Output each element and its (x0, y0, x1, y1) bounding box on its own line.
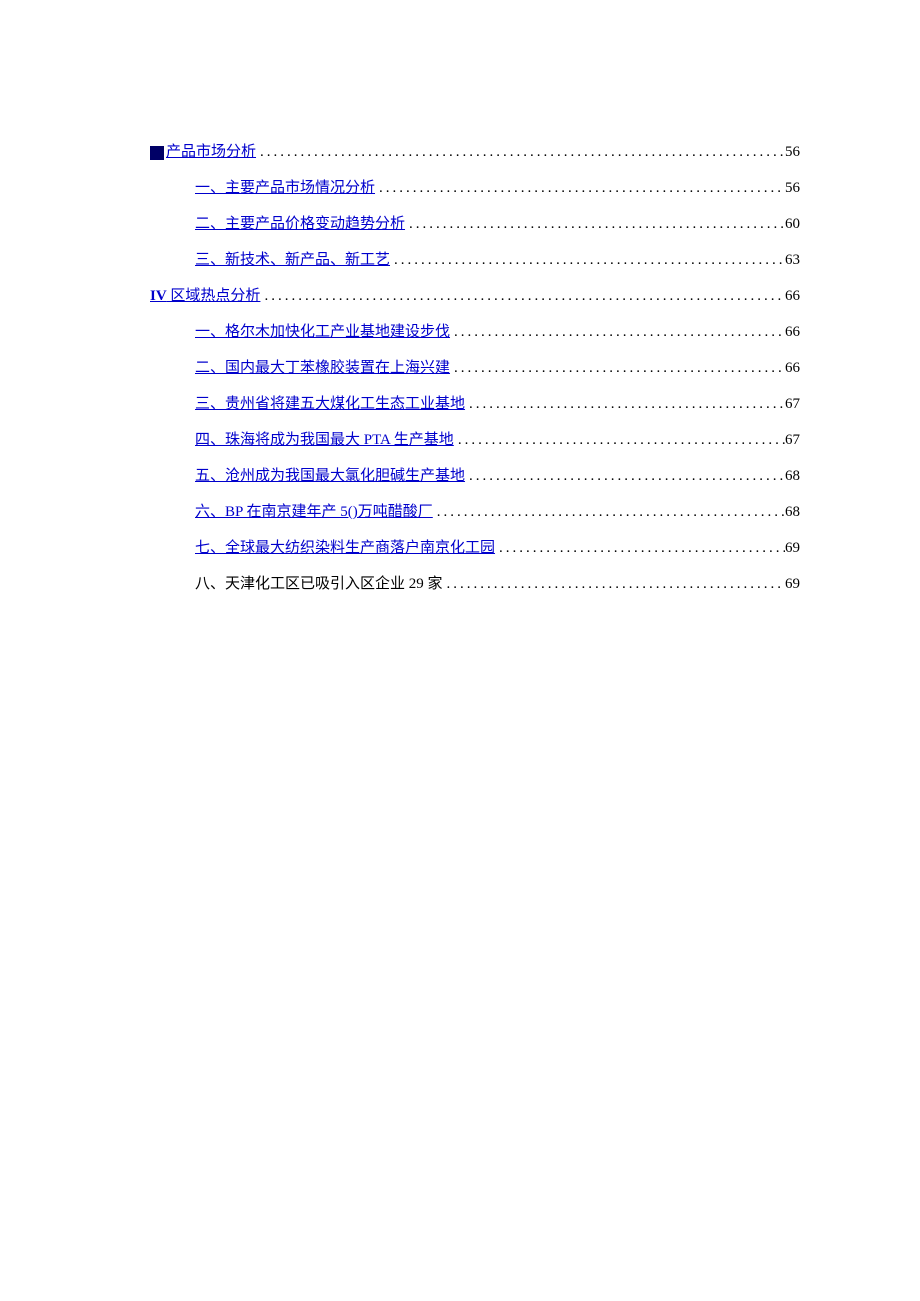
toc-entry: 三、贵州省将建五大煤化工生态工业基地 67 (195, 392, 800, 416)
toc-entry: 七、全球最大纺织染料生产商落户南京化工园 69 (195, 536, 800, 560)
toc-link[interactable]: 三、贵州省将建五大煤化工生态工业基地 (195, 396, 465, 412)
section-marker-box (150, 146, 164, 160)
toc-page-number: 56 (785, 176, 800, 200)
toc-entry: 一、格尔木加快化工产业基地建设步伐 66 (195, 320, 800, 344)
toc-title-wrap: 五、沧州成为我国最大氯化胆碱生产基地 (195, 464, 465, 488)
toc-link[interactable]: 二、主要产品价格变动趋势分析 (195, 216, 405, 232)
toc-title-wrap: IV 区域热点分析 (150, 284, 260, 308)
toc-dots (443, 572, 785, 596)
toc-entry: 产品市场分析 56 (150, 140, 800, 164)
toc-title-wrap: 产品市场分析 (150, 140, 256, 164)
toc-title-wrap: 七、全球最大纺织染料生产商落户南京化工园 (195, 536, 495, 560)
toc-title-wrap: 一、格尔木加快化工产业基地建设步伐 (195, 320, 450, 344)
toc-entry: IV 区域热点分析 66 (150, 284, 800, 308)
toc-dots (450, 356, 785, 380)
toc-entry: 六、BP 在南京建年产 5()万吨醋酸厂 68 (195, 500, 800, 524)
toc-dots (375, 176, 785, 200)
toc-dots (450, 320, 785, 344)
toc-title-wrap: 三、新技术、新产品、新工艺 (195, 248, 390, 272)
toc-page-number: 66 (785, 284, 800, 308)
toc-page-number: 63 (785, 248, 800, 272)
toc-link[interactable]: 四、珠海将成为我国最大 PTA 生产基地 (195, 432, 454, 448)
toc-dots (390, 248, 785, 272)
toc-entry: 三、新技术、新产品、新工艺 63 (195, 248, 800, 272)
toc-page-number: 67 (785, 428, 800, 452)
toc-entry: 一、主要产品市场情况分析 56 (195, 176, 800, 200)
toc-page-number: 68 (785, 464, 800, 488)
toc-link: 八、天津化工区已吸引入区企业 29 家 (195, 576, 443, 592)
toc-page-number: 69 (785, 572, 800, 596)
toc-entry: 五、沧州成为我国最大氯化胆碱生产基地 68 (195, 464, 800, 488)
section-marker: IV (150, 288, 167, 304)
toc-page-number: 60 (785, 212, 800, 236)
toc-page-number: 69 (785, 536, 800, 560)
toc-dots (256, 140, 785, 164)
toc-page-number: 68 (785, 500, 800, 524)
toc-title-wrap: 八、天津化工区已吸引入区企业 29 家 (195, 572, 443, 596)
toc-dots (465, 464, 785, 488)
toc-link[interactable]: 一、格尔木加快化工产业基地建设步伐 (195, 324, 450, 340)
toc-title-wrap: 二、国内最大丁苯橡胶装置在上海兴建 (195, 356, 450, 380)
toc-entry: 四、珠海将成为我国最大 PTA 生产基地 67 (195, 428, 800, 452)
toc-link[interactable]: 六、BP 在南京建年产 5()万吨醋酸厂 (195, 504, 433, 520)
toc-link[interactable]: 七、全球最大纺织染料生产商落户南京化工园 (195, 540, 495, 556)
toc-title-wrap: 六、BP 在南京建年产 5()万吨醋酸厂 (195, 500, 433, 524)
toc-title-wrap: 二、主要产品价格变动趋势分析 (195, 212, 405, 236)
toc-link[interactable]: 区域热点分析 (167, 288, 261, 304)
toc-link[interactable]: 产品市场分析 (166, 144, 256, 160)
toc-link[interactable]: 二、国内最大丁苯橡胶装置在上海兴建 (195, 360, 450, 376)
toc-link[interactable]: 一、主要产品市场情况分析 (195, 180, 375, 196)
toc-dots (495, 536, 785, 560)
toc-dots (465, 392, 785, 416)
toc-page-number: 56 (785, 140, 800, 164)
toc-title-wrap: 一、主要产品市场情况分析 (195, 176, 375, 200)
toc-dots (405, 212, 785, 236)
toc-dots (433, 500, 785, 524)
toc-page-number: 66 (785, 356, 800, 380)
toc-entry: 二、国内最大丁苯橡胶装置在上海兴建 66 (195, 356, 800, 380)
toc-entry: 八、天津化工区已吸引入区企业 29 家 69 (195, 572, 800, 596)
toc-link[interactable]: 五、沧州成为我国最大氯化胆碱生产基地 (195, 468, 465, 484)
toc-title-wrap: 三、贵州省将建五大煤化工生态工业基地 (195, 392, 465, 416)
toc-entry: 二、主要产品价格变动趋势分析 60 (195, 212, 800, 236)
toc-dots (260, 284, 785, 308)
toc-page-number: 66 (785, 320, 800, 344)
toc-dots (454, 428, 785, 452)
table-of-contents: 产品市场分析 56 一、主要产品市场情况分析 56 二、主要产品价格变动趋势分析 60 三、… (150, 140, 800, 596)
toc-page-number: 67 (785, 392, 800, 416)
toc-link[interactable]: 三、新技术、新产品、新工艺 (195, 252, 390, 268)
toc-title-wrap: 四、珠海将成为我国最大 PTA 生产基地 (195, 428, 454, 452)
